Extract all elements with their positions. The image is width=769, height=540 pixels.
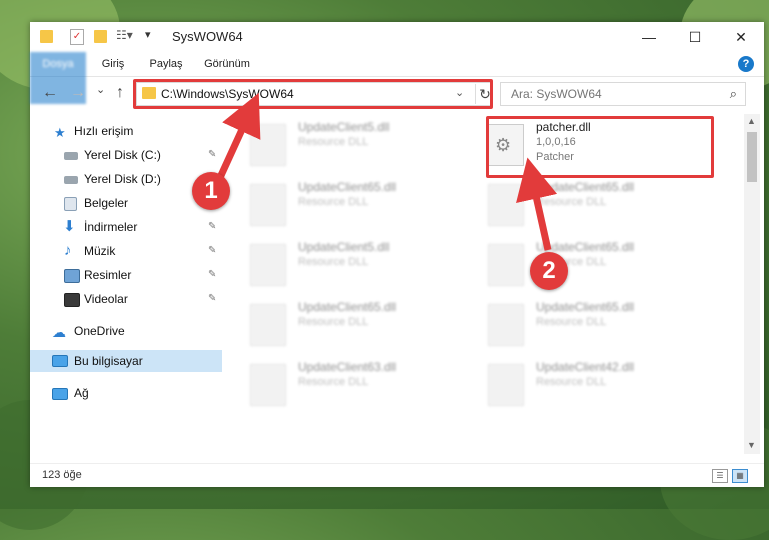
step-1-badge: 1 bbox=[192, 172, 230, 210]
step-2-badge: 2 bbox=[530, 252, 568, 290]
annotation-arrows bbox=[214, 92, 558, 251]
arrow-to-patcher bbox=[516, 157, 558, 251]
arrow-to-address bbox=[214, 92, 261, 184]
